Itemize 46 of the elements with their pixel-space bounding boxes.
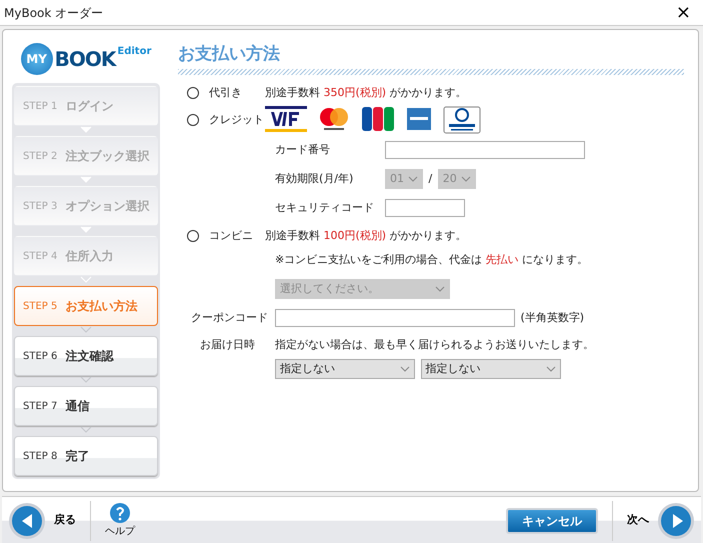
step-arrow-icon	[80, 176, 92, 184]
step-item[interactable]: STEP 7 通信	[14, 386, 158, 426]
fee-note: 別途手数料 350円(税別) がかかります。	[265, 85, 467, 102]
card-brand-icon	[318, 106, 350, 132]
next-button[interactable]: 次へ	[627, 502, 695, 540]
option-label: コンビニ	[209, 228, 254, 244]
separator: /	[428, 170, 432, 187]
chevron-icon	[460, 176, 471, 182]
field-label: 有効期限(月/年)	[275, 170, 354, 187]
radio-button[interactable]	[187, 230, 199, 242]
field-label: クーポンコード	[190, 310, 269, 326]
close-button[interactable]: ×	[668, 4, 699, 22]
date-select[interactable]: 指定しない	[275, 359, 415, 380]
chevron-icon	[400, 366, 410, 372]
security-code-field[interactable]	[385, 198, 465, 217]
field-label: カード番号	[275, 142, 331, 158]
chevron-icon	[435, 286, 445, 292]
card-brand-icon	[406, 106, 432, 132]
card-brand-icon	[265, 106, 307, 132]
radio-button[interactable]	[187, 114, 199, 126]
time-select[interactable]: 指定しない	[420, 359, 560, 380]
hint-text: (半角英数字)	[520, 310, 584, 326]
step-item[interactable]: STEP 8 完了	[14, 436, 158, 476]
fee-note: 別途手数料 100円(税別) がかかります。	[265, 228, 467, 244]
step-arrow-icon	[80, 126, 92, 134]
page-title: お支払い方法	[178, 44, 281, 64]
step-item[interactable]: STEP 6 注文確認	[14, 336, 158, 376]
chevron-icon	[546, 366, 556, 372]
option-label: 代引き	[209, 85, 243, 102]
chevron-icon	[408, 176, 418, 182]
cancel-button[interactable]: キャンセル	[506, 508, 598, 534]
window-title: MyBook オーダー	[4, 4, 104, 22]
radio-button[interactable]	[187, 87, 199, 100]
card-brand-icon	[443, 106, 481, 134]
help-button[interactable]: ヘルプ	[105, 502, 135, 539]
delivery-note: 指定がない場合は、最も早く届けられるようお送りいたします。	[275, 337, 594, 354]
field-label: お届け日時	[199, 337, 256, 354]
back-button[interactable]: 戻る	[8, 502, 76, 540]
coupon-field[interactable]	[275, 309, 515, 328]
notice-text: ※コンビニ支払いをご利用の場合、代金は 先払い になります。	[275, 252, 588, 268]
card-brand-icon	[361, 106, 395, 132]
help-icon	[109, 502, 131, 524]
option-label: クレジット	[209, 112, 265, 128]
step-arrow-icon	[80, 226, 92, 234]
card-number-field[interactable]	[385, 140, 585, 159]
field-label: セキュリティコード	[275, 200, 375, 216]
